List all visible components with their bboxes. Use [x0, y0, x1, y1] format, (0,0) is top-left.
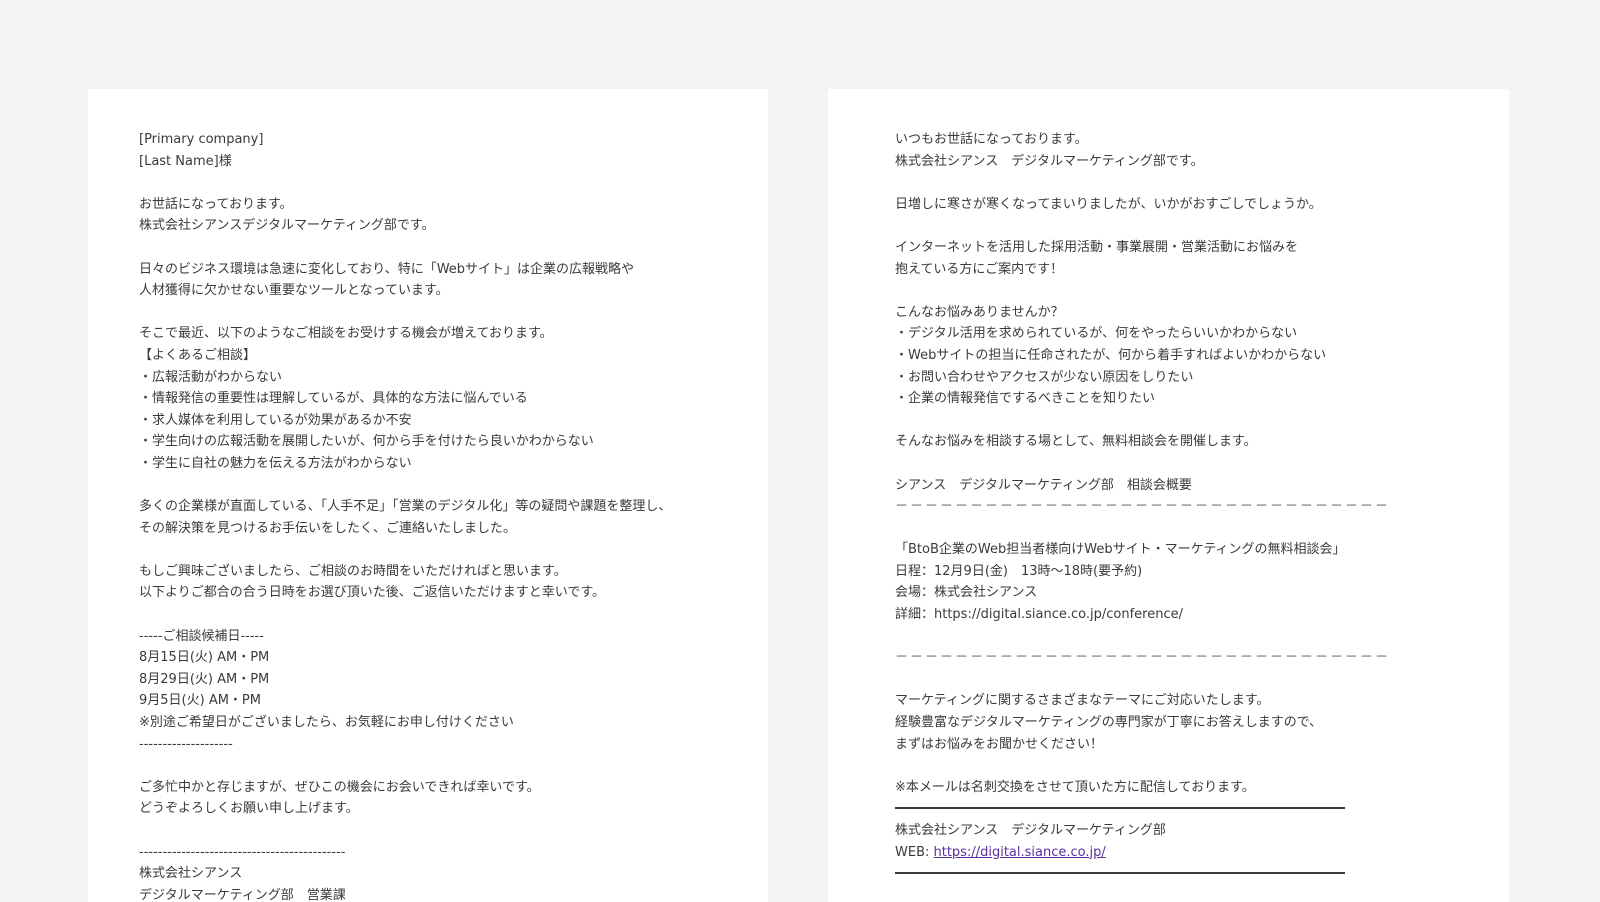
- signature-bottom-divider: [895, 863, 1390, 885]
- email-line: ・情報発信の重要性は理解しているが、具体的な方法に悩んでいる: [139, 391, 528, 407]
- blank-line: [895, 280, 1390, 302]
- email-line: 8月15日(火) AM・PM: [139, 650, 270, 666]
- signature-web: WEB: https://digital.siance.co.jp/: [895, 842, 1390, 864]
- event-detail-line: 会場：株式会社シアンス: [895, 585, 1038, 601]
- email-line: ・お問い合わせやアクセスが少ない原因をしりたい: [895, 369, 1194, 385]
- email-line: ・企業の情報発信でするべきことを知りたい: [895, 391, 1156, 407]
- email-line: そこで最近、以下のようなご相談をお受けする機会が増えております。: [139, 326, 553, 342]
- website-link[interactable]: https://digital.siance.co.jp/: [934, 845, 1106, 860]
- email-line: --------------------: [139, 736, 233, 752]
- blank-line: [895, 755, 1390, 777]
- email-line: [Primary company]: [139, 132, 264, 147]
- email-line: いつもお世話になっております。: [895, 132, 1088, 147]
- event-detail-line: 日程：12月9日(金) 13時～18時(要予約): [895, 563, 1143, 579]
- blank-line: [139, 302, 671, 324]
- email-line: お世話になっております。: [139, 196, 293, 212]
- blank-line: [139, 820, 671, 842]
- email-line: 以下よりご都合の合う日時をお選び頂いた後、ご返信いただけますと幸いです。: [139, 585, 606, 601]
- email-line: シアンス デジタルマーケティング部 相談会概要: [895, 477, 1192, 493]
- left-email-body: [Primary company] [Last Name]様お世話になっております…: [139, 129, 671, 902]
- email-line: 多くの企業様が直面している、「人手不足」「営業のデジタル化」等の疑問や課題を整理…: [139, 499, 672, 515]
- event-detail-line: 「BtoB企業のWeb担当者様向けWebサイト・マーケティングの無料相談会」: [895, 542, 1346, 558]
- email-line: インターネットを活用した採用活動・事業展開・営業活動にお悩みを: [895, 239, 1299, 255]
- signature-divider: [895, 807, 1345, 810]
- web-label: WEB:: [895, 844, 934, 860]
- blank-line: [139, 539, 671, 561]
- email-line: 日増しに寒さが寒くなってまいりましたが、いかがおすごしでしょうか。: [895, 196, 1322, 212]
- email-line: ・広報活動がわからない: [139, 369, 283, 385]
- email-line: ※別途ご希望日がございましたら、お気軽にお申し付けください: [139, 715, 514, 731]
- email-line: ・Webサイトの担当に任命されたが、何から着手すればよいかわからない: [895, 347, 1327, 363]
- signature-divider: [895, 872, 1345, 875]
- dash-divider: －－－－－－－－－－－－－－－－－－－－－－－－－－－－－－－－－: [895, 499, 1391, 515]
- email-line: ご多忙中かと存じますが、ぜひこの機会にお会いできれば幸いです。: [139, 779, 540, 795]
- left-email-panel: [Primary company] [Last Name]様お世話になっております…: [88, 89, 768, 902]
- blank-line: [895, 172, 1390, 194]
- email-line: ・学生に自社の魅力を伝える方法がわからない: [139, 455, 412, 471]
- email-line: ・学生向けの広報活動を展開したいが、何から手を付けたら良いかわからない: [139, 434, 594, 450]
- email-line: 【よくあるご相談】: [139, 347, 257, 363]
- blank-line: [895, 215, 1390, 237]
- blank-line: [895, 410, 1390, 432]
- email-line: 抱えている方にご案内です！: [895, 261, 1064, 277]
- signature-company: 株式会社シアンス デジタルマーケティング部: [895, 823, 1166, 838]
- email-line: 株式会社シアンス デジタルマーケティング部です。: [895, 153, 1204, 169]
- email-line: こんなお悩みありませんか？: [895, 304, 1064, 320]
- email-line: [Last Name]様: [139, 153, 232, 169]
- signature-top-divider: [895, 798, 1390, 820]
- email-line: 8月29日(火) AM・PM: [139, 671, 270, 687]
- email-line: 人材獲得に欠かせない重要なツールとなっています。: [139, 283, 449, 299]
- dash-divider: －－－－－－－－－－－－－－－－－－－－－－－－－－－－－－－－－: [895, 650, 1391, 666]
- blank-line: [895, 453, 1390, 475]
- blank-line: [139, 475, 671, 497]
- email-line: どうぞよろしくお願い申し上げます。: [139, 801, 359, 817]
- email-line: 9月5日(火) AM・PM: [139, 693, 261, 709]
- email-line: 株式会社シアンスデジタルマーケティング部です。: [139, 218, 435, 234]
- email-line: そんなお悩みを相談する場として、無料相談会を開催します。: [895, 434, 1257, 450]
- blank-line: [895, 669, 1390, 691]
- email-line: -----ご相談候補日-----: [139, 628, 264, 644]
- email-line: ----------------------------------------…: [139, 844, 346, 860]
- blank-line: [895, 518, 1390, 540]
- email-line: ・求人媒体を利用しているが効果があるか不安: [139, 412, 412, 428]
- email-line: デジタルマーケティング部 営業課: [139, 887, 346, 902]
- email-line: ・デジタル活用を求められているが、何をやったらいいかわからない: [895, 326, 1298, 342]
- blank-line: [139, 755, 671, 777]
- blank-line: [895, 626, 1390, 648]
- email-line: 経験豊富なデジタルマーケティングの専門家が丁寧にお答えしますので、: [895, 715, 1323, 731]
- email-line: ※本メールは名刺交換をさせて頂いた方に配信しております。: [895, 779, 1255, 795]
- blank-line: [139, 172, 671, 194]
- right-email-body: いつもお世話になっております。 株式会社シアンス デジタルマーケティング部です。日…: [895, 129, 1390, 885]
- event-detail-line: 詳細：https://digital.siance.co.jp/conferen…: [895, 607, 1183, 623]
- blank-line: [139, 604, 671, 626]
- email-line: マーケティングに関するさまざまなテーマにご対応いたします。: [895, 693, 1270, 709]
- email-line: 日々のビジネス環境は急速に変化しており、特に「Webサイト」は企業の広報戦略や: [139, 261, 635, 277]
- email-line: その解決策を見つけるお手伝いをしたく、ご連絡いたしました。: [139, 520, 517, 536]
- email-line: 株式会社シアンス: [139, 866, 243, 882]
- email-line: まずはお悩みをお聞かせください！: [895, 736, 1104, 752]
- email-line: もしご興味ございましたら、ご相談のお時間をいただければと思います。: [139, 563, 567, 579]
- blank-line: [139, 237, 671, 259]
- right-email-panel: いつもお世話になっております。 株式会社シアンス デジタルマーケティング部です。日…: [828, 89, 1509, 902]
